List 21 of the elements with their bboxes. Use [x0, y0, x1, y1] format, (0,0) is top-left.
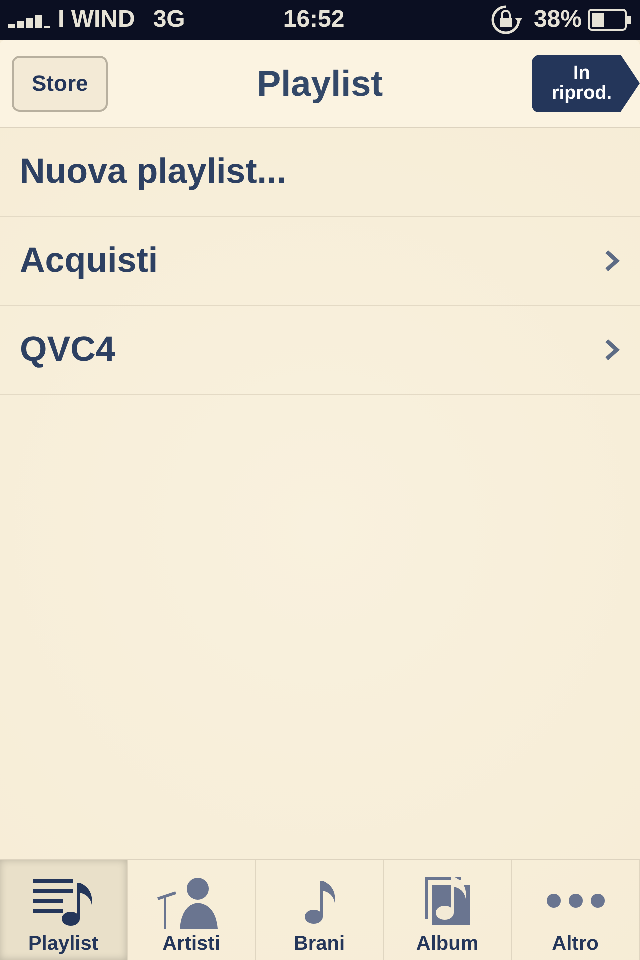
tab[interactable]: Album — [384, 860, 512, 960]
store-button[interactable]: Store — [12, 56, 108, 112]
rotation-lock-icon — [490, 4, 522, 36]
playlist-row[interactable]: Acquisti — [0, 217, 640, 306]
page-title: Playlist — [257, 62, 384, 104]
chevron-icon — [604, 338, 620, 362]
tab[interactable]: Brani — [256, 860, 384, 960]
clock-time: 16:52 — [283, 6, 345, 34]
now-playing-button[interactable]: In riprod. — [532, 54, 640, 112]
carrier-name: I WIND — [58, 6, 136, 34]
tab[interactable]: Altro — [512, 860, 640, 960]
chevron-icon — [604, 249, 620, 273]
signal-icon — [8, 12, 52, 28]
battery-icon — [588, 9, 632, 31]
battery-percent: 38% — [534, 6, 582, 34]
playlist-row[interactable]: QVC4 — [0, 306, 640, 395]
tab[interactable]: Artisti — [128, 860, 256, 960]
playlist-row[interactable]: Nuova playlist... — [0, 128, 640, 217]
tab[interactable]: Playlist — [0, 860, 128, 960]
more-icon — [546, 891, 606, 911]
network-type: 3G — [153, 6, 186, 34]
